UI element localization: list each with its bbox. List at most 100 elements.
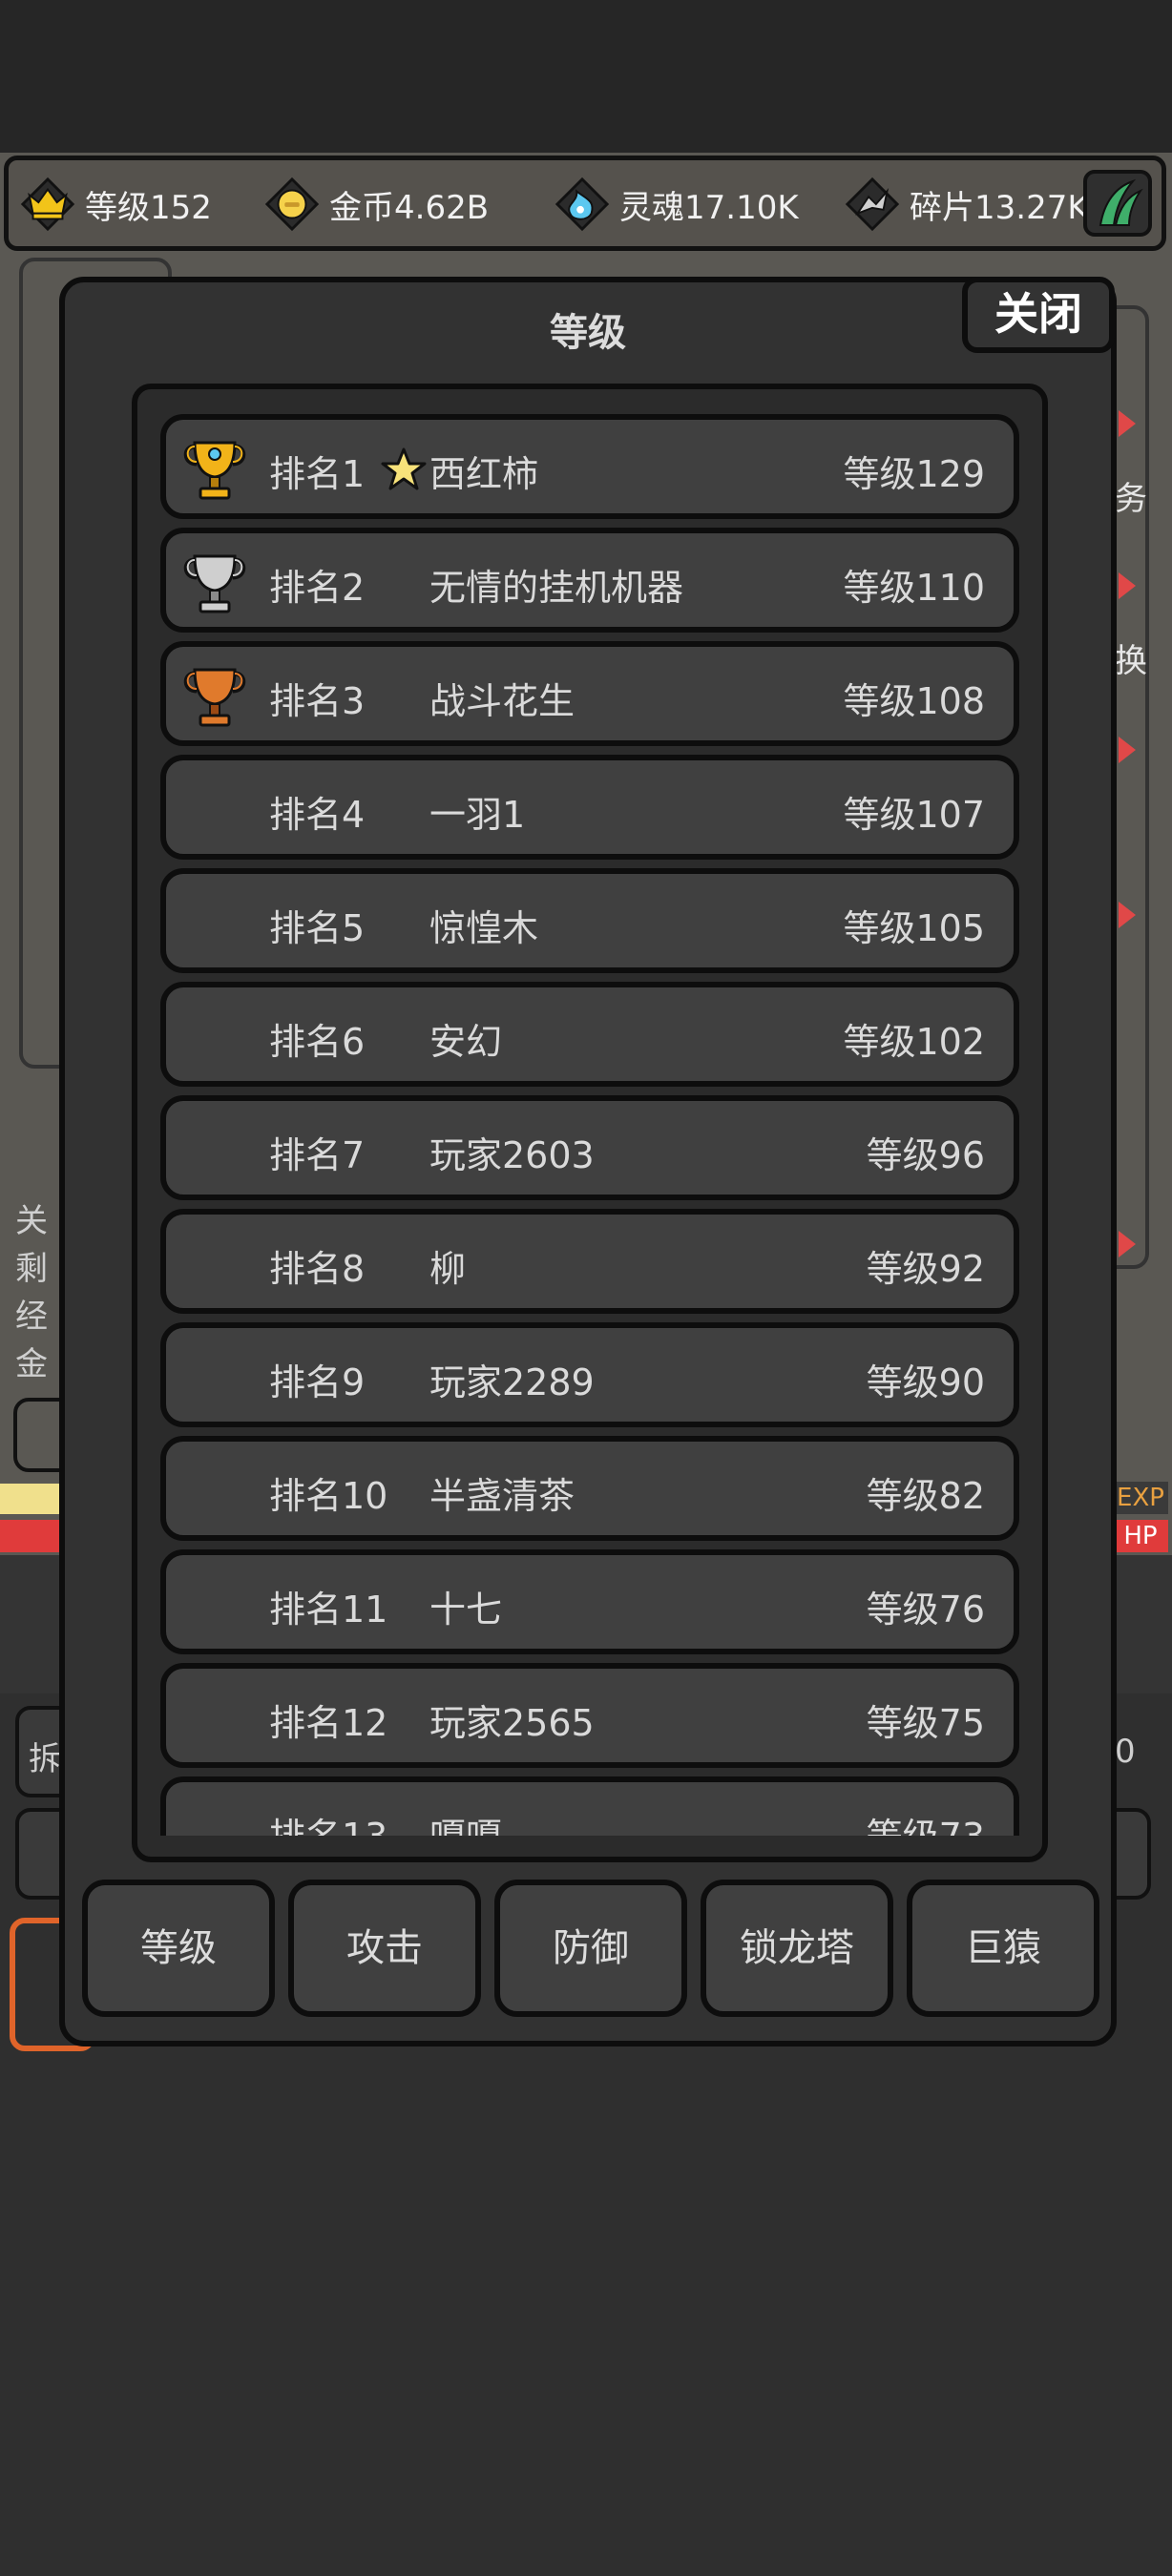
crown-icon	[20, 177, 75, 232]
bg-info-text: 经	[15, 1298, 48, 1336]
resource-level: 等级152	[20, 177, 212, 232]
player-level: 等级110	[843, 567, 985, 609]
rank-label: 排名3	[269, 680, 366, 722]
player-name: 战斗花生	[429, 680, 576, 722]
ranking-row[interactable]: 排名12 玩家2565 等级75	[160, 1663, 1019, 1768]
player-level: 等级73	[867, 1807, 985, 1836]
resource-soul: 灵魂17.10K	[555, 177, 799, 232]
player-name: 西红柿	[429, 453, 539, 495]
top-status-area	[0, 0, 1172, 153]
bg-side-label: 务	[1115, 480, 1147, 518]
resource-bar: 等级152 金币4.62B 灵魂17.10K 碎片13.27K	[4, 156, 1166, 251]
tab-4[interactable]: 锁龙塔	[701, 1880, 893, 2017]
player-name: 嘎嘎	[429, 1807, 502, 1836]
player-level: 等级107	[843, 794, 985, 836]
tab-3[interactable]: 防御	[494, 1880, 687, 2017]
player-name: 安幻	[429, 1021, 503, 1063]
resource-value: 等级152	[85, 188, 212, 227]
ranking-list[interactable]: 排名1 西红柿 等级129 排名2 无情的挂机机器 等级110 排名3 战斗花生 等级108 排名…	[160, 414, 1019, 1836]
ranking-row[interactable]: 排名5 惊惶木 等级105	[160, 868, 1019, 973]
bronze-trophy-icon	[183, 668, 246, 727]
bg-info-text: 关	[15, 1202, 48, 1240]
player-level: 等级96	[866, 1134, 985, 1176]
player-name: 惊惶木	[429, 907, 539, 949]
player-level: 等级76	[866, 1589, 985, 1631]
player-level: 等级108	[843, 680, 985, 722]
green-blade-icon	[1099, 178, 1143, 226]
rank-label: 排名5	[269, 907, 366, 949]
resource-value: 灵魂17.10K	[619, 188, 799, 227]
ranking-modal: 等级 排名1 西红柿 等级129 排名2 无情的挂机机器 等级110 排名3 战斗花生 等级10…	[59, 277, 1117, 2046]
player-level: 等级90	[866, 1361, 985, 1403]
bg-side-label: 换	[1115, 642, 1147, 680]
fragment-shard-icon	[845, 177, 900, 232]
rank-label: 排名12	[269, 1702, 388, 1744]
ranking-row[interactable]: 排名4 一羽1 等级107	[160, 755, 1019, 860]
rank-label: 排名10	[269, 1475, 388, 1517]
rank-label: 排名4	[269, 794, 366, 836]
rank-label: 排名13	[269, 1807, 387, 1836]
star-icon	[381, 447, 427, 490]
bg-bottom-text: 拆	[29, 1740, 61, 1778]
gold-trophy-icon	[183, 441, 246, 500]
rank-label: 排名7	[269, 1134, 366, 1176]
resource-gold: 金币4.62B	[264, 177, 490, 232]
ranking-row[interactable]: 排名2 无情的挂机机器 等级110	[160, 528, 1019, 633]
resource-value: 金币4.62B	[329, 188, 490, 227]
player-level: 等级129	[843, 453, 985, 495]
rank-label: 排名11	[269, 1589, 388, 1631]
soul-flame-icon	[555, 177, 610, 232]
ranking-row[interactable]: 排名8 柳 等级92	[160, 1209, 1019, 1314]
player-name: 无情的挂机机器	[429, 567, 684, 609]
rank-label: 排名8	[269, 1248, 366, 1290]
player-name: 玩家2565	[429, 1702, 595, 1744]
ranking-row[interactable]: 排名13 嘎嘎 等级73	[160, 1776, 1019, 1836]
bg-chevron	[1119, 410, 1136, 437]
player-name: 一羽1	[429, 794, 526, 836]
player-level: 等级105	[843, 907, 985, 949]
ranking-row[interactable]: 排名9 玩家2289 等级90	[160, 1322, 1019, 1427]
rank-label: 排名1	[269, 453, 366, 495]
bg-chevron	[1119, 737, 1136, 763]
bg-bottom-number: 0	[1115, 1733, 1136, 1771]
ranking-list-panel[interactable]: 排名1 西红柿 等级129 排名2 无情的挂机机器 等级110 排名3 战斗花生 等级108 排名…	[132, 384, 1048, 1862]
rank-label: 排名2	[269, 567, 366, 609]
tab-1[interactable]: 等级	[82, 1880, 275, 2017]
modal-title: 等级	[550, 311, 626, 355]
bg-chevron	[1119, 1231, 1136, 1257]
player-level: 等级75	[866, 1702, 985, 1744]
exp-label: EXP	[1113, 1482, 1168, 1514]
ranking-row[interactable]: 排名10 半盏清茶 等级82	[160, 1436, 1019, 1541]
hp-label: HP	[1113, 1520, 1168, 1552]
close-button[interactable]: 关闭	[962, 277, 1115, 353]
tab-5[interactable]: 巨猿	[907, 1880, 1099, 2017]
bg-chevron	[1119, 572, 1136, 599]
ranking-row[interactable]: 排名7 玩家2603 等级96	[160, 1095, 1019, 1200]
ranking-row[interactable]: 排名3 战斗花生 等级108	[160, 641, 1019, 746]
ranking-row[interactable]: 排名1 西红柿 等级129	[160, 414, 1019, 519]
ranking-row[interactable]: 排名11 十七 等级76	[160, 1549, 1019, 1654]
ranking-tabs: 等级 攻击 防御 锁龙塔 巨猿	[82, 1880, 1099, 2021]
resource-fragment: 碎片13.27K	[845, 177, 1089, 232]
player-name: 十七	[429, 1589, 503, 1631]
extra-resource-button[interactable]	[1083, 170, 1152, 237]
player-level: 等级92	[866, 1248, 985, 1290]
player-level: 等级102	[843, 1021, 985, 1063]
gold-coin-icon	[264, 177, 320, 232]
rank-label: 排名9	[269, 1361, 366, 1403]
bg-chevron	[1119, 902, 1136, 928]
resource-value: 碎片13.27K	[910, 188, 1089, 227]
exp-bar	[0, 1484, 59, 1514]
bg-info-text: 剩	[15, 1250, 48, 1288]
bg-info-text: 金	[15, 1345, 48, 1383]
rank-label: 排名6	[269, 1021, 366, 1063]
player-level: 等级82	[866, 1475, 985, 1517]
ranking-row[interactable]: 排名6 安幻 等级102	[160, 982, 1019, 1087]
player-name: 玩家2289	[429, 1361, 595, 1403]
hp-bar	[0, 1520, 59, 1552]
silver-trophy-icon	[183, 554, 246, 613]
player-name: 半盏清茶	[429, 1475, 576, 1517]
player-name: 玩家2603	[429, 1134, 595, 1176]
tab-2[interactable]: 攻击	[288, 1880, 481, 2017]
player-name: 柳	[429, 1248, 467, 1290]
